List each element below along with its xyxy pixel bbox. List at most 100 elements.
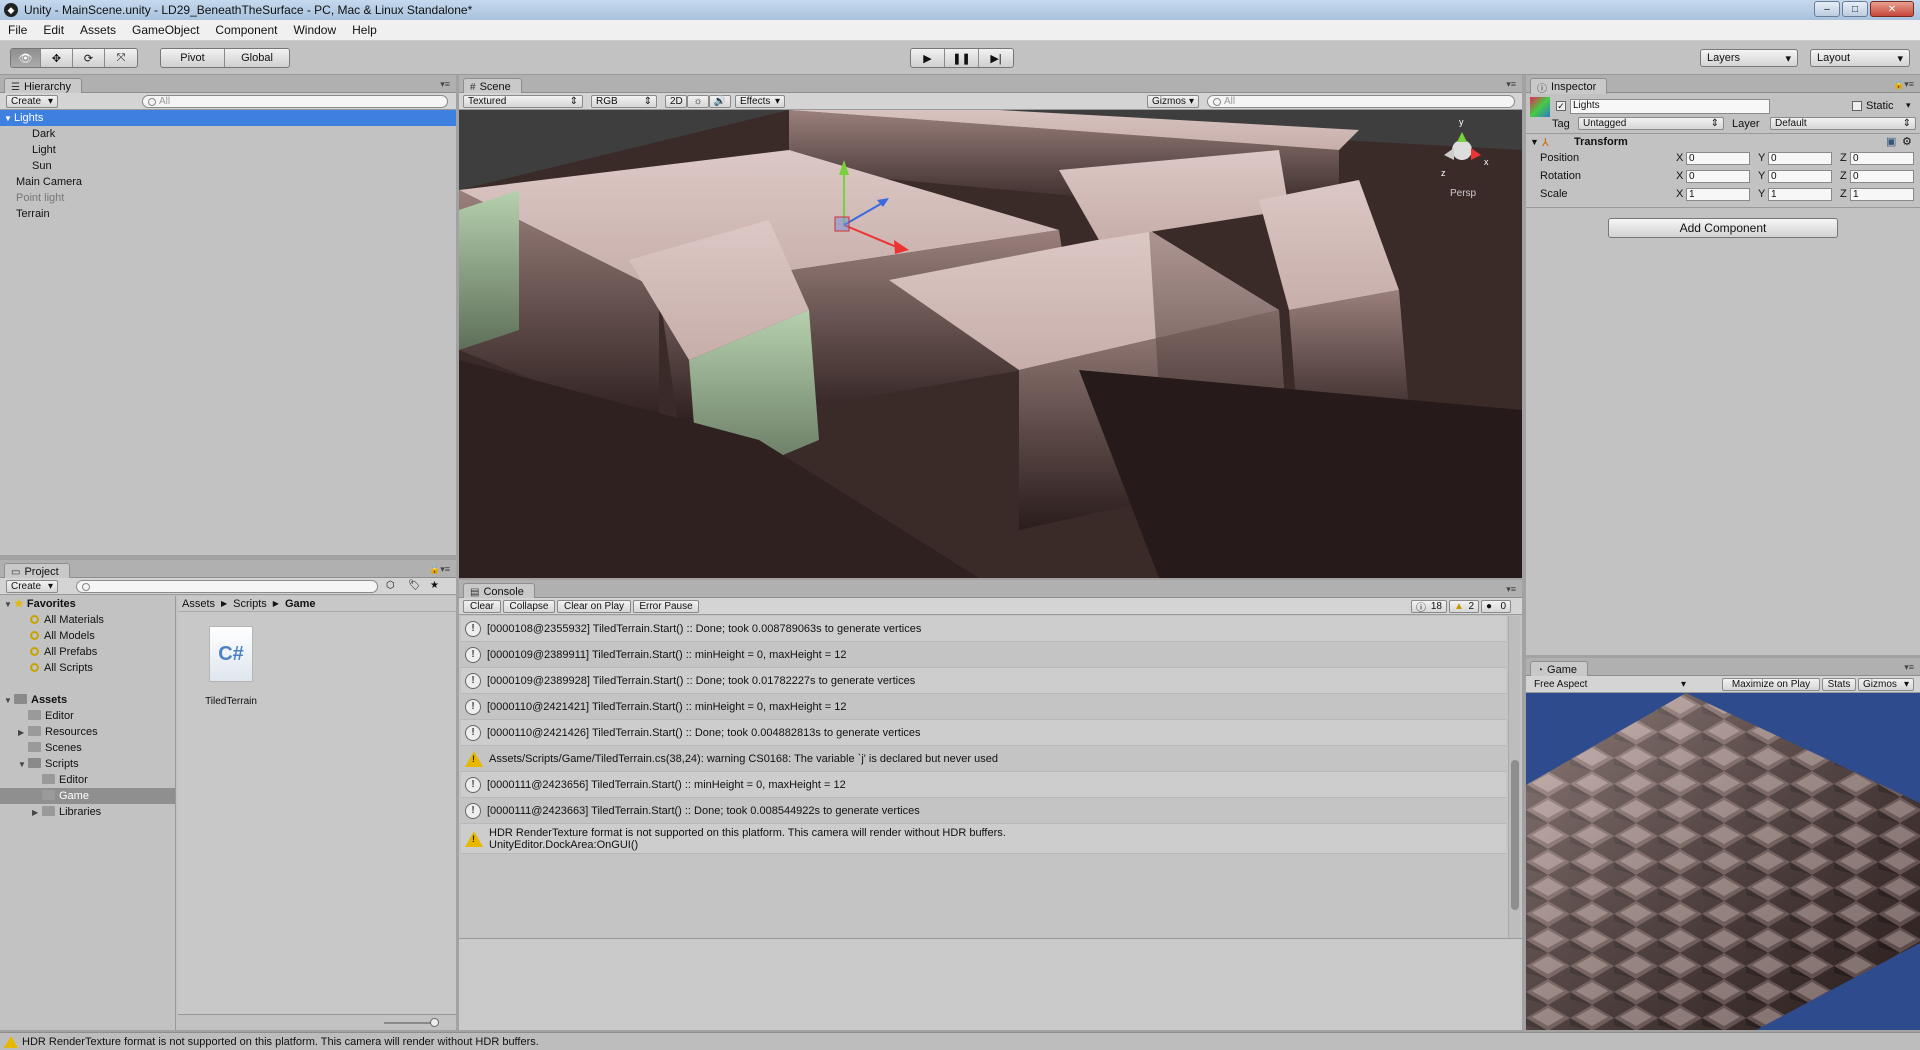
move-tool-icon[interactable]: ✥ xyxy=(41,49,73,67)
expand-arrow-icon[interactable]: ▼ xyxy=(4,111,14,127)
info-count-toggle[interactable]: ⓘ 18 xyxy=(1411,600,1447,614)
project-create-button[interactable]: Create ▾ xyxy=(6,580,58,593)
hierarchy-create-button[interactable]: Create ▾ xyxy=(6,95,58,108)
expand-arrow-icon[interactable]: ▶ xyxy=(18,725,28,741)
assets-header[interactable]: ▼ Assets xyxy=(0,692,175,708)
warning-count-toggle[interactable]: ▲ 2 xyxy=(1449,600,1479,613)
lighting-toggle-sun-icon[interactable]: ☼ xyxy=(687,95,709,108)
panel-menu-icon[interactable]: ▾≡ xyxy=(1506,584,1516,595)
aspect-dropdown[interactable]: Free Aspect ▾ xyxy=(1530,678,1690,691)
log-row[interactable]: ! [0000110@2421421] TiledTerrain.Start() … xyxy=(461,694,1506,720)
close-button[interactable]: ✕ xyxy=(1870,1,1914,17)
log-row[interactable]: ! [0000109@2389911] TiledTerrain.Start() … xyxy=(461,642,1506,668)
object-name-field[interactable]: Lights xyxy=(1570,99,1770,114)
tab-inspector[interactable]: ⓘ Inspector xyxy=(1530,78,1608,95)
favorite-all-models[interactable]: All Models xyxy=(0,628,175,644)
lock-icon[interactable]: 🔒▾≡ xyxy=(429,564,450,575)
expand-arrow-icon[interactable]: ▼ xyxy=(4,693,14,709)
layers-dropdown[interactable]: Layers ▾ xyxy=(1700,49,1798,67)
transform-header[interactable]: Transform xyxy=(1574,136,1628,148)
audio-toggle-speaker-icon[interactable]: 🔊 xyxy=(709,95,731,108)
active-checkbox[interactable]: ✓ xyxy=(1556,101,1566,111)
game-viewport[interactable] xyxy=(1526,693,1920,1030)
rotation-x-field[interactable]: 0 xyxy=(1686,170,1750,183)
tab-scene[interactable]: # Scene xyxy=(463,78,522,94)
menu-file[interactable]: File xyxy=(0,23,35,37)
tab-console[interactable]: ▤ Console xyxy=(463,583,535,599)
game-gizmos-dropdown[interactable]: Gizmos ▾ xyxy=(1858,678,1914,691)
hierarchy-item-sun[interactable]: Sun xyxy=(0,158,456,174)
pivot-button[interactable]: Pivot xyxy=(161,49,225,67)
hierarchy-item-terrain[interactable]: Terrain xyxy=(0,206,456,222)
hierarchy-item-light[interactable]: Light xyxy=(0,142,456,158)
layer-dropdown[interactable]: Default ⇕ xyxy=(1770,117,1916,130)
help-book-icon[interactable]: ▣ xyxy=(1886,135,1896,148)
log-row[interactable]: ! [0000108@2355932] TiledTerrain.Start() … xyxy=(461,616,1506,642)
status-bar[interactable]: HDR RenderTexture format is not supporte… xyxy=(0,1032,1920,1050)
menu-edit[interactable]: Edit xyxy=(35,23,72,37)
favorites-header[interactable]: ▼ ★ Favorites xyxy=(0,596,175,612)
step-icon[interactable]: ▶| xyxy=(979,49,1013,67)
favorite-all-scripts[interactable]: All Scripts xyxy=(0,660,175,676)
panel-menu-icon[interactable]: ▾≡ xyxy=(440,79,450,90)
rotation-y-field[interactable]: 0 xyxy=(1768,170,1832,183)
breadcrumb-scripts[interactable]: Scripts xyxy=(233,598,267,610)
scene-viewport[interactable]: y x z Persp xyxy=(459,110,1522,578)
breadcrumb-assets[interactable]: Assets xyxy=(182,598,215,610)
console-clear-on-play-button[interactable]: Clear on Play xyxy=(557,600,631,613)
scene-search-input[interactable]: All xyxy=(1207,95,1515,108)
console-collapse-button[interactable]: Collapse xyxy=(503,600,555,613)
layout-dropdown[interactable]: Layout ▾ xyxy=(1810,49,1910,67)
folder-scripts-game[interactable]: Game xyxy=(0,788,175,804)
static-checkbox[interactable] xyxy=(1852,101,1862,111)
log-row[interactable]: ! [0000111@2423656] TiledTerrain.Start() … xyxy=(461,772,1506,798)
hierarchy-search-input[interactable]: All xyxy=(142,95,448,108)
zoom-slider-handle[interactable] xyxy=(430,1018,439,1027)
minimize-button[interactable]: – xyxy=(1814,1,1840,17)
folder-scripts-libraries[interactable]: ▶ Libraries xyxy=(0,804,175,820)
favorite-all-materials[interactable]: All Materials xyxy=(0,612,175,628)
hierarchy-item-main-camera[interactable]: Main Camera xyxy=(0,174,456,190)
persp-label[interactable]: Persp xyxy=(1450,188,1477,199)
folder-editor[interactable]: Editor xyxy=(0,708,175,724)
log-row[interactable]: ! [0000109@2389928] TiledTerrain.Start() … xyxy=(461,668,1506,694)
log-row[interactable]: ! [0000111@2423663] TiledTerrain.Start() … xyxy=(461,798,1506,824)
console-scrollbar[interactable] xyxy=(1508,616,1520,938)
scale-tool-icon[interactable]: ⤧ xyxy=(105,49,137,67)
tab-game[interactable]: ◔ Game xyxy=(1530,661,1589,677)
chevron-down-icon[interactable]: ▾ xyxy=(1906,100,1911,111)
expand-arrow-icon[interactable]: ▼ xyxy=(1530,137,1539,147)
position-y-field[interactable]: 0 xyxy=(1768,152,1832,165)
log-row[interactable]: ! HDR RenderTexture format is not support… xyxy=(461,824,1506,854)
position-x-field[interactable]: 0 xyxy=(1686,152,1750,165)
scene-gizmos-dropdown[interactable]: Gizmos ▾ xyxy=(1147,95,1199,108)
play-icon[interactable]: ▶ xyxy=(911,49,945,67)
scrollbar-thumb[interactable] xyxy=(1511,760,1519,910)
log-row[interactable]: ! Assets/Scripts/Game/TiledTerrain.cs(38,… xyxy=(461,746,1506,772)
effects-dropdown[interactable]: Effects ▾ xyxy=(735,95,785,108)
breadcrumb-game[interactable]: Game xyxy=(285,598,316,610)
rotate-tool-icon[interactable]: ⟳ xyxy=(73,49,105,67)
expand-arrow-icon[interactable]: ▼ xyxy=(18,757,28,773)
hierarchy-item-lights[interactable]: ▼ Lights xyxy=(0,110,456,126)
lock-icon[interactable]: 🔒▾≡ xyxy=(1893,79,1914,90)
hierarchy-item-point-light[interactable]: Point light xyxy=(0,190,456,206)
stats-toggle[interactable]: Stats xyxy=(1822,678,1856,691)
favorite-all-prefabs[interactable]: All Prefabs xyxy=(0,644,175,660)
folder-scenes[interactable]: Scenes xyxy=(0,740,175,756)
global-button[interactable]: Global xyxy=(225,49,289,67)
hierarchy-item-dark[interactable]: Dark xyxy=(0,126,456,142)
console-error-pause-button[interactable]: Error Pause xyxy=(633,600,699,613)
filter-type-icon[interactable]: ⬡ xyxy=(386,580,395,591)
add-component-button[interactable]: Add Component xyxy=(1608,218,1838,238)
maximize-on-play-toggle[interactable]: Maximize on Play xyxy=(1722,678,1820,691)
log-row[interactable]: ! [0000110@2421426] TiledTerrain.Start() … xyxy=(461,720,1506,746)
panel-menu-icon[interactable]: ▾≡ xyxy=(1904,662,1914,673)
tab-project[interactable]: ▭ Project xyxy=(4,563,70,579)
position-z-field[interactable]: 0 xyxy=(1850,152,1914,165)
project-search-input[interactable] xyxy=(76,580,378,593)
menu-component[interactable]: Component xyxy=(207,23,285,37)
menu-help[interactable]: Help xyxy=(344,23,385,37)
gear-icon[interactable]: ⚙ xyxy=(1902,135,1912,148)
mode-2d-toggle[interactable]: 2D xyxy=(665,95,687,108)
